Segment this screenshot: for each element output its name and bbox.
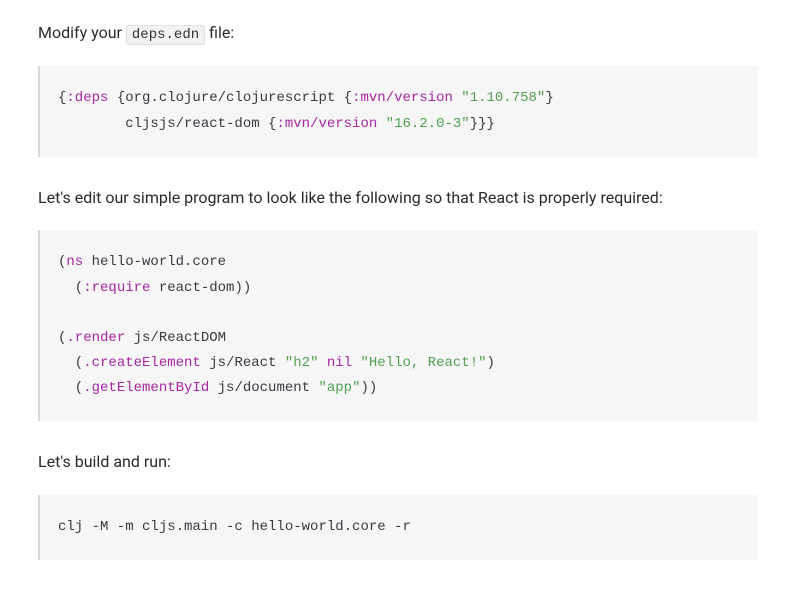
code-block-run-command[interactable]: clj -M -m cljs.main -c hello-world.core … [38,495,758,560]
code-token: }}} [470,116,495,132]
code-block-core-cljs[interactable]: (ns hello-world.core (:require react-dom… [38,230,758,421]
code-block-deps-edn[interactable]: {:deps {org.clojure/clojurescript {:mvn/… [38,66,758,156]
code-token: :mvn/version [276,116,377,132]
code-token: "h2" [285,355,319,371]
code-token: )) [360,380,377,396]
code-token: :mvn/version [352,90,453,106]
code-token: hello-world.core [83,254,226,270]
code-token: .render [66,330,125,346]
intro-paragraph-1: Modify your deps.edn file: [38,20,758,46]
inline-code-deps-edn: deps.edn [126,25,205,45]
code-token: :deps [66,90,108,106]
code-token: ns [66,254,83,270]
code-token: ( [58,380,83,396]
code-token: react-dom)) [150,280,251,296]
intro-text-pre: Modify your [38,23,126,42]
code-token [352,355,360,371]
code-token: js/React [201,355,285,371]
code-token: cljsjs/react-dom { [58,116,276,132]
intro-paragraph-3: Let's build and run: [38,449,758,475]
intro-text-post: file: [205,23,234,42]
code-token [377,116,385,132]
code-token: "1.10.758" [461,90,545,106]
code-token: ( [58,355,83,371]
code-token: .getElementById [83,380,209,396]
code-token [318,355,326,371]
code-token: "Hello, React!" [361,355,487,371]
code-token: "16.2.0-3" [386,116,470,132]
code-token: ( [58,280,83,296]
code-token: {org.clojure/clojurescript { [108,90,352,106]
code-token: js/ReactDOM [125,330,226,346]
code-token: "app" [318,380,360,396]
code-token: clj -M -m cljs.main -c hello-world.core … [58,519,411,535]
code-token: .createElement [83,355,201,371]
code-token: :require [83,280,150,296]
code-token: ) [487,355,495,371]
code-token: } [545,90,553,106]
code-token: js/document [209,380,318,396]
code-token: nil [327,355,352,371]
intro-paragraph-2: Let's edit our simple program to look li… [38,185,758,211]
